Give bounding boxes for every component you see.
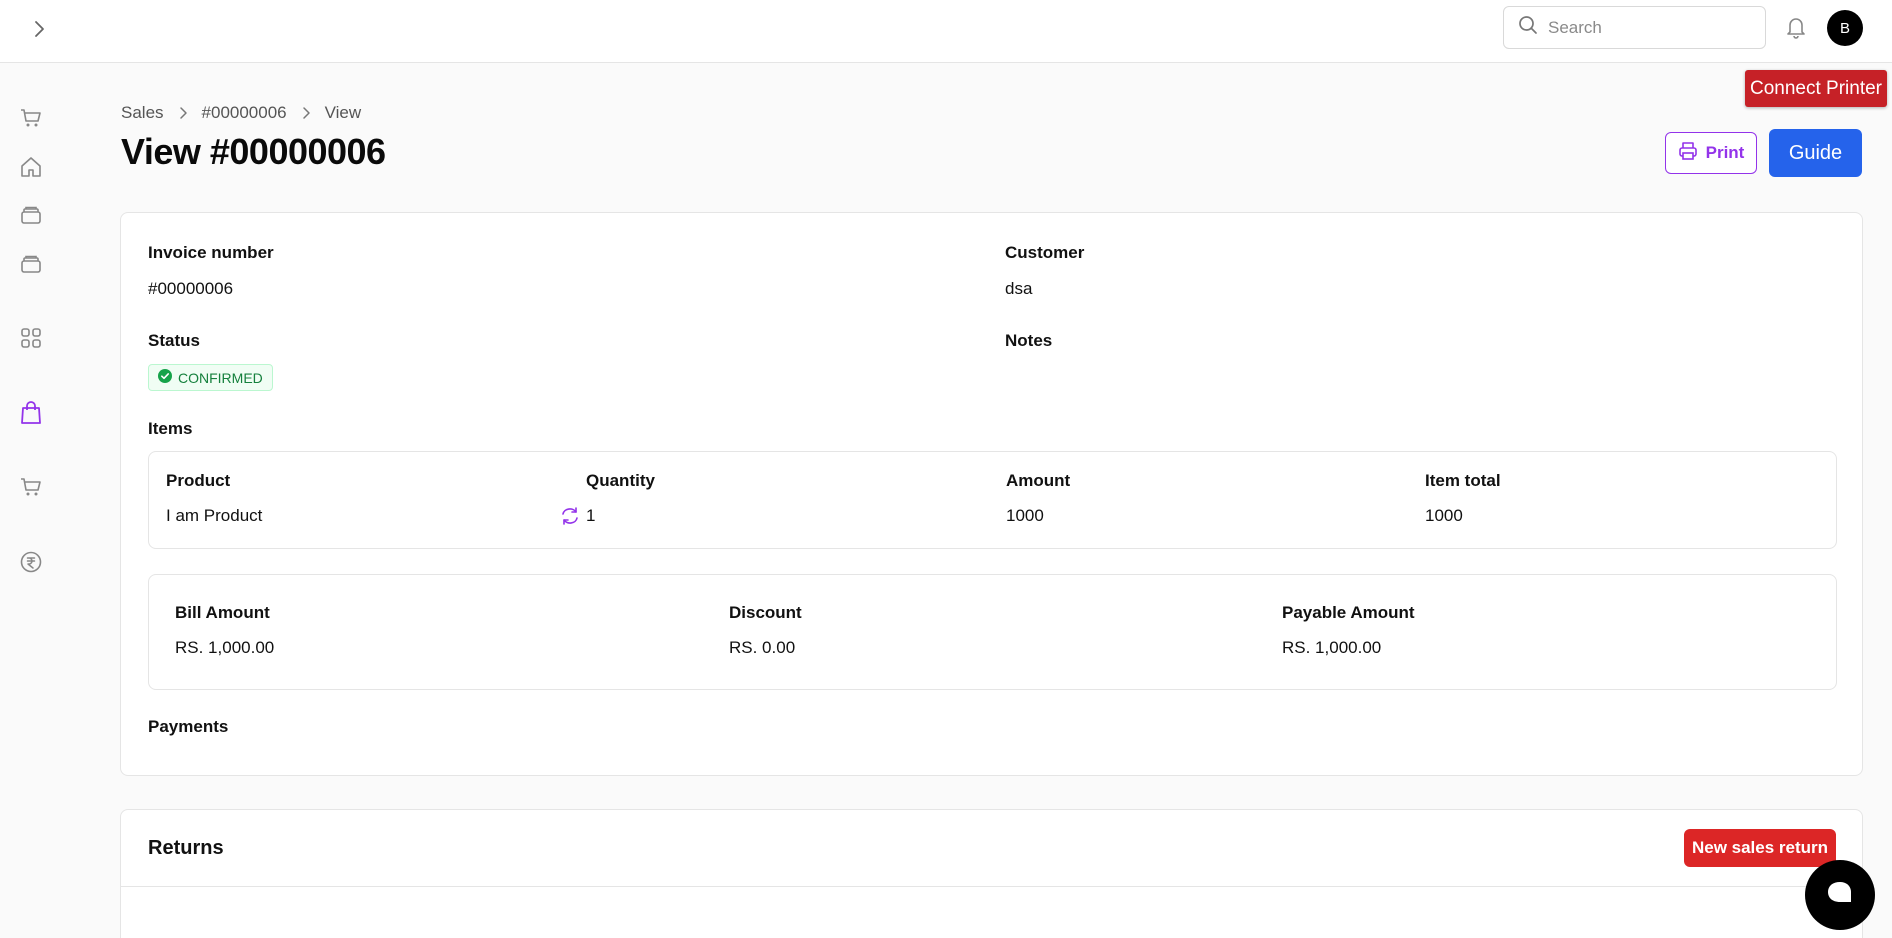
payable-amount-value: RS. 1,000.00 <box>1282 638 1382 657</box>
top-bar: B <box>0 0 1892 63</box>
sidebar-item-cart[interactable] <box>17 106 45 134</box>
payments-label: Payments <box>148 717 229 736</box>
chevron-right-icon <box>178 106 188 120</box>
bell-icon <box>1785 15 1807 44</box>
sale-details-card: Invoice number #00000006 Customer dsa St… <box>120 212 1863 776</box>
sidebar-item-finance[interactable] <box>17 550 45 578</box>
item-total: 1000 <box>1425 506 1463 525</box>
column-header-item-total: Item total <box>1425 471 1501 490</box>
column-header-product: Product <box>166 471 231 490</box>
breadcrumb-current: View <box>324 103 362 122</box>
shopping-bag-icon <box>19 400 43 431</box>
customer-value: dsa <box>1005 279 1033 298</box>
check-circle-icon <box>158 369 172 386</box>
customer-label: Customer <box>1005 243 1085 262</box>
sidebar-item-stack[interactable] <box>17 203 45 231</box>
item-product: I am Product <box>166 506 263 525</box>
rupee-icon <box>19 550 43 579</box>
printer-icon <box>1678 141 1698 166</box>
divider <box>121 886 1862 887</box>
stack-icon <box>19 203 43 232</box>
payable-amount-label: Payable Amount <box>1282 603 1415 622</box>
items-table: Product Quantity Amount Item total I am … <box>148 451 1837 549</box>
avatar[interactable]: B <box>1827 10 1863 46</box>
page-title: View #00000006 <box>121 131 386 172</box>
chat-bubble-icon <box>1825 879 1855 912</box>
stack-icon <box>19 252 43 281</box>
search-box[interactable] <box>1503 6 1766 49</box>
sidebar-item-purchases[interactable] <box>17 475 45 503</box>
totals-summary: Bill Amount RS. 1,000.00 Discount RS. 0.… <box>148 574 1837 690</box>
grid-icon <box>19 326 43 355</box>
guide-button[interactable]: Guide <box>1769 129 1862 177</box>
cart-icon <box>19 106 43 135</box>
breadcrumb: Sales #00000006 View <box>121 103 361 123</box>
discount-label: Discount <box>729 603 802 622</box>
returns-title: Returns <box>148 837 224 859</box>
refresh-icon <box>559 505 581 532</box>
notifications-button[interactable] <box>1782 15 1810 43</box>
column-header-quantity: Quantity <box>586 471 655 490</box>
print-button-label: Print <box>1705 143 1745 162</box>
chevron-right-icon <box>301 106 311 120</box>
item-amount: 1000 <box>1006 506 1044 525</box>
sidebar-item-sales[interactable] <box>17 400 45 431</box>
breadcrumb-invoice[interactable]: #00000006 <box>202 103 287 123</box>
sidebar <box>0 63 62 938</box>
sidebar-item-grid[interactable] <box>17 326 45 354</box>
sidebar-item-stack-2[interactable] <box>17 252 45 280</box>
column-header-amount: Amount <box>1006 471 1071 490</box>
search-input[interactable] <box>1548 17 1748 38</box>
invoice-number-label: Invoice number <box>148 243 274 262</box>
status-label: Status <box>148 331 200 350</box>
connect-printer-button[interactable]: Connect Printer <box>1745 70 1887 107</box>
replace-product-button[interactable] <box>558 506 582 530</box>
sidebar-item-home[interactable] <box>17 155 45 183</box>
print-button[interactable]: Print <box>1665 132 1757 174</box>
notes-label: Notes <box>1005 331 1053 350</box>
status-text: CONFIRMED <box>178 369 263 386</box>
item-quantity: 1 <box>586 506 596 525</box>
invoice-number-value: #00000006 <box>148 279 234 298</box>
bill-amount-label: Bill Amount <box>175 603 270 622</box>
chevron-right-icon <box>32 19 46 44</box>
new-sales-return-button[interactable]: New sales return <box>1684 829 1836 867</box>
cart-icon <box>19 475 43 504</box>
breadcrumb-sales[interactable]: Sales <box>121 103 164 123</box>
discount-value: RS. 0.00 <box>729 638 796 657</box>
returns-card: Returns New sales return <box>120 809 1863 938</box>
status-badge: CONFIRMED <box>148 364 273 391</box>
chat-button[interactable] <box>1805 860 1875 930</box>
search-icon <box>1518 15 1538 40</box>
sidebar-toggle-button[interactable] <box>22 14 56 48</box>
items-label: Items <box>148 419 193 438</box>
bill-amount-value: RS. 1,000.00 <box>175 638 275 657</box>
home-icon <box>19 155 43 184</box>
